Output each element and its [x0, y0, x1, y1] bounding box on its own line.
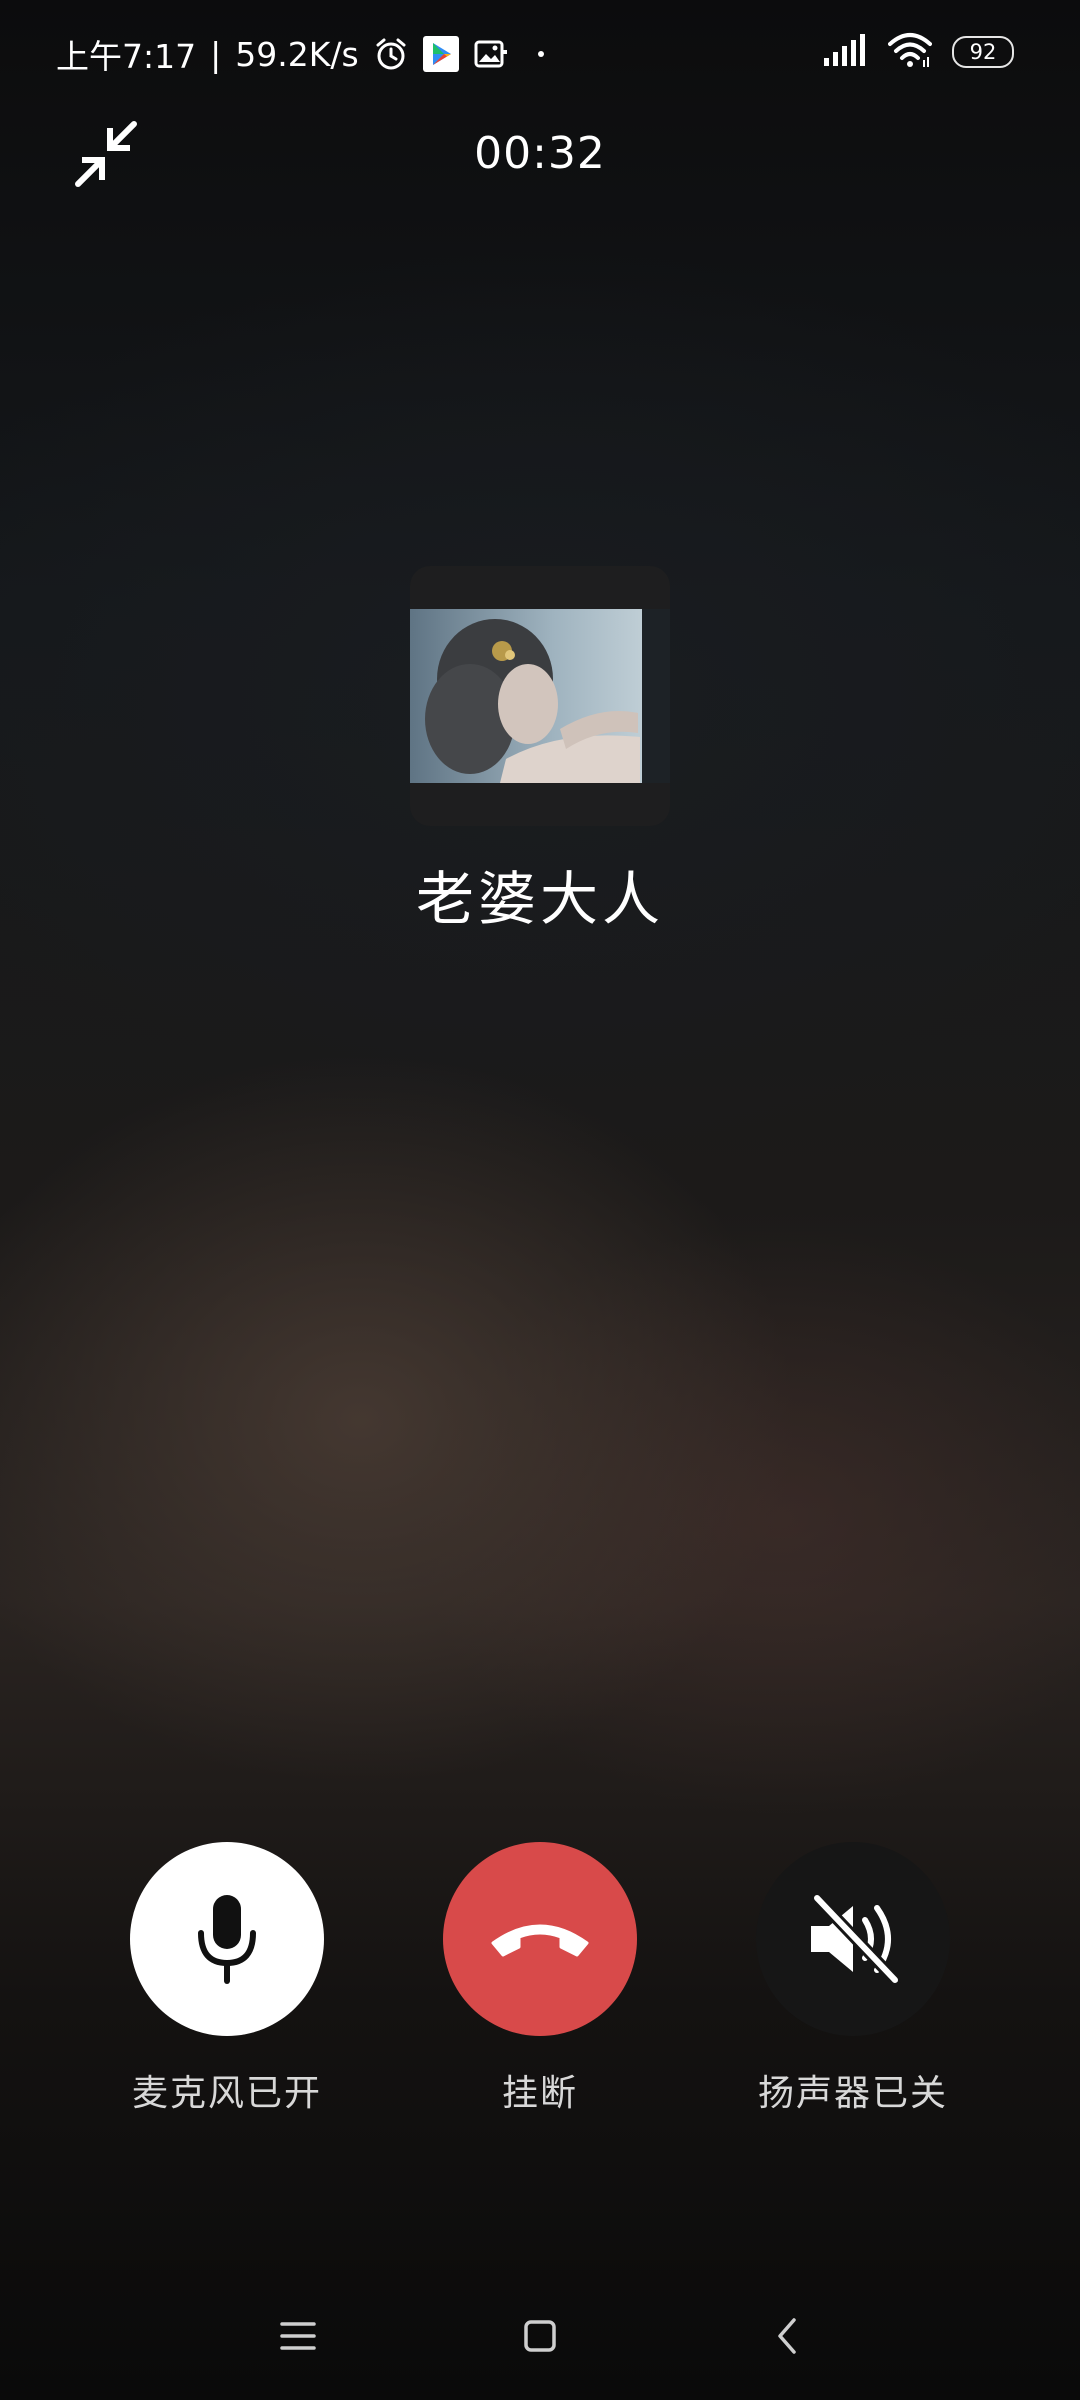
status-time: 上午7:17	[56, 37, 197, 76]
microphone-icon	[198, 1895, 256, 1984]
wifi-icon	[888, 32, 932, 72]
hangup-button[interactable]	[443, 1842, 637, 2036]
phone-hangup-icon	[491, 1924, 589, 1957]
status-separator: |	[210, 34, 222, 74]
call-timer: 00:32	[474, 128, 606, 179]
contact-avatar	[410, 566, 670, 826]
avatar-photo	[410, 609, 670, 783]
net-speed: 59.2K/s	[235, 34, 359, 74]
call-controls: 麦克风已开 挂断 扬声器已关	[0, 1842, 1080, 2122]
status-left: 上午7:17 | 59.2K/s	[56, 30, 559, 78]
hangup-label: 挂断	[501, 2073, 578, 2114]
mic-toggle-button[interactable]	[130, 1842, 324, 2036]
signal-icon	[824, 34, 868, 70]
hangup-control: 挂断	[390, 1842, 690, 2116]
mic-control: 麦克风已开	[77, 1842, 377, 2116]
call-screen: 上午7:17 | 59.2K/s 92 00:32 老婆大人 麦克风已开 挂断 …	[0, 0, 1080, 2400]
home-button[interactable]	[512, 2308, 568, 2364]
recent-apps-button[interactable]	[270, 2308, 326, 2364]
speaker-control: 扬声器已关	[703, 1842, 1003, 2116]
mic-label: 麦克风已开	[131, 2073, 322, 2114]
status-bar: 上午7:17 | 59.2K/s 92	[0, 0, 1080, 104]
dot-icon	[523, 36, 559, 72]
play-store-icon	[422, 36, 459, 72]
alarm-icon	[373, 36, 409, 72]
back-icon	[778, 2318, 796, 2354]
speaker-toggle-button[interactable]	[756, 1842, 950, 2036]
speaker-muted-icon	[811, 1894, 901, 1984]
speaker-label: 扬声器已关	[757, 2073, 948, 2114]
status-right: 92	[824, 32, 1014, 72]
navigation-bar	[0, 2290, 1080, 2380]
home-icon	[524, 2320, 556, 2352]
gallery-icon	[473, 36, 509, 72]
battery-indicator: 92	[952, 36, 1014, 68]
back-button[interactable]	[760, 2308, 816, 2364]
menu-icon	[280, 2322, 316, 2350]
contact-name: 老婆大人	[415, 865, 664, 933]
